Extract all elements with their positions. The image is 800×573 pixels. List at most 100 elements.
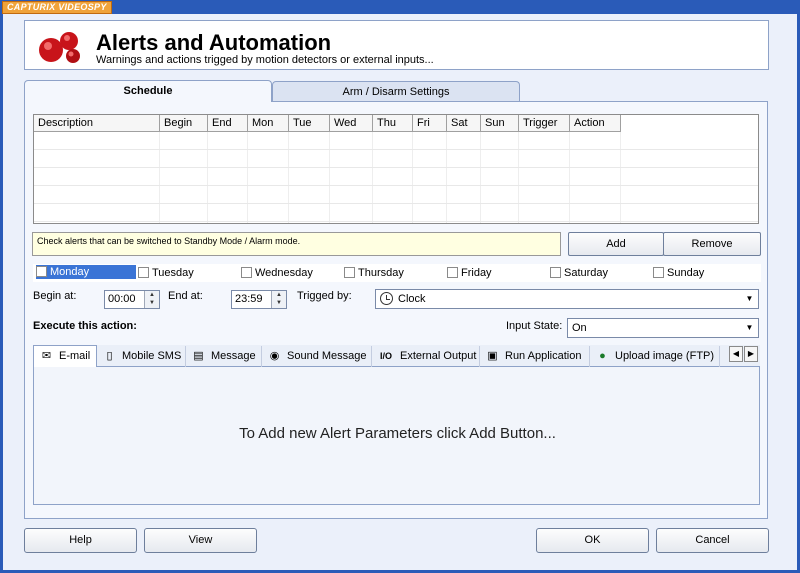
day-label: Monday (50, 266, 90, 278)
end-time-spinner[interactable]: ▲ ▼ (271, 291, 286, 308)
checkbox-box[interactable] (550, 267, 561, 278)
io-icon: I/O (379, 351, 392, 361)
checkbox-box[interactable] (138, 267, 149, 278)
tab-arm-disarm-settings[interactable]: Arm / Disarm Settings (272, 81, 520, 102)
tab-run-application[interactable]: ▣ Run Application (480, 346, 590, 367)
alarm-lights-icon (39, 32, 80, 63)
spin-down-icon[interactable]: ▼ (272, 299, 286, 307)
speaker-icon: ◉ (269, 350, 280, 362)
column-header-tue[interactable]: Tue (289, 115, 330, 132)
checkbox-box[interactable] (344, 267, 355, 278)
day-checkbox-saturday[interactable]: Saturday (550, 266, 608, 280)
action-tabs: ✉ E-mail ▯ Mobile SMS ▤ Message ◉ Sound Mess… (33, 345, 760, 368)
cancel-button[interactable]: Cancel (656, 528, 769, 553)
day-checkbox-monday[interactable]: Monday (36, 265, 136, 279)
table-row (34, 186, 758, 204)
trigger-value: Clock (398, 293, 426, 305)
day-label: Thursday (358, 267, 404, 279)
table-header: Description Begin End Mon Tue Wed Thu Fr… (34, 115, 621, 132)
column-header-end[interactable]: End (208, 115, 248, 132)
tab-label: Run Application (505, 350, 582, 362)
begin-time-input[interactable]: 00:00 ▲ ▼ (104, 290, 160, 309)
tab-label: External Output (400, 350, 477, 362)
table-row (34, 168, 758, 186)
column-header-thu[interactable]: Thu (373, 115, 413, 132)
day-label: Wednesday (255, 267, 313, 279)
info-hint: Check alerts that can be switched to Sta… (32, 232, 561, 256)
tab-message[interactable]: ▤ Message (186, 346, 262, 367)
header-banner: Alerts and Automation Warnings and actio… (24, 20, 769, 70)
alerts-table[interactable]: Description Begin End Mon Tue Wed Thu Fr… (33, 114, 759, 224)
column-header-begin[interactable]: Begin (160, 115, 208, 132)
tab-label: Message (211, 350, 256, 362)
tab-scroll-right-icon[interactable]: ▶ (744, 346, 758, 362)
column-header-fri[interactable]: Fri (413, 115, 447, 132)
begin-time-spinner[interactable]: ▲ ▼ (144, 291, 159, 308)
spin-up-icon[interactable]: ▲ (272, 291, 286, 299)
globe-icon: ● (599, 350, 606, 362)
mobile-phone-icon: ▯ (106, 350, 113, 362)
begin-time-value: 00:00 (108, 293, 136, 305)
execute-action-label: Execute this action: (33, 320, 137, 332)
tab-external-output[interactable]: I/O External Output (372, 346, 480, 367)
table-row (34, 132, 758, 150)
input-state-value: On (572, 322, 587, 334)
message-window-icon: ▤ (193, 350, 204, 362)
view-button[interactable]: View (144, 528, 257, 553)
column-header-mon[interactable]: Mon (248, 115, 289, 132)
trigged-by-label: Trigged by: (297, 290, 352, 302)
action-content-area: To Add new Alert Parameters click Add Bu… (33, 367, 760, 505)
tab-mobile-sms[interactable]: ▯ Mobile SMS (97, 346, 186, 367)
checkbox-box[interactable] (241, 267, 252, 278)
table-row (34, 204, 758, 222)
column-header-wed[interactable]: Wed (330, 115, 373, 132)
clock-icon (380, 292, 393, 305)
tab-sound-message[interactable]: ◉ Sound Message (262, 346, 372, 367)
day-checkbox-sunday[interactable]: Sunday (653, 266, 704, 280)
day-label: Friday (461, 267, 492, 279)
column-header-sat[interactable]: Sat (447, 115, 481, 132)
begin-at-label: Begin at: (33, 290, 77, 302)
column-header-action[interactable]: Action (570, 115, 621, 132)
column-header-description[interactable]: Description (34, 115, 160, 132)
trigger-select[interactable]: Clock ▼ (375, 289, 759, 309)
day-checkbox-wednesday[interactable]: Wednesday (241, 266, 313, 280)
end-time-input[interactable]: 23:59 ▲ ▼ (231, 290, 287, 309)
empty-state-message: To Add new Alert Parameters click Add Bu… (239, 425, 556, 442)
day-checkbox-tuesday[interactable]: Tuesday (138, 266, 194, 280)
page-title: Alerts and Automation (96, 30, 332, 55)
checkbox-box[interactable] (447, 267, 458, 278)
table-row (34, 150, 758, 168)
page-subtitle: Warnings and actions trigged by motion d… (96, 54, 434, 66)
add-button[interactable]: Add (568, 232, 664, 256)
end-at-label: End at: (168, 290, 203, 302)
email-icon: ✉ (41, 350, 52, 362)
input-state-select[interactable]: On ▼ (567, 318, 759, 338)
application-icon: ▣ (487, 350, 498, 362)
remove-button[interactable]: Remove (663, 232, 761, 256)
day-label: Sunday (667, 267, 705, 279)
help-button[interactable]: Help (24, 528, 137, 553)
tab-label: Mobile SMS (122, 350, 182, 362)
app-brand-label: CAPTURIX VIDEOSPY (2, 1, 112, 14)
tab-email[interactable]: ✉ E-mail (33, 345, 97, 368)
tab-scroll-left-icon[interactable]: ◀ (729, 346, 743, 362)
tab-label: Sound Message (287, 350, 367, 362)
tab-schedule[interactable]: Schedule (24, 80, 272, 102)
tab-upload-image-ftp[interactable]: ● Upload image (FTP) (590, 346, 720, 367)
column-header-trigger[interactable]: Trigger (519, 115, 570, 132)
tab-label: Upload image (FTP) (615, 350, 715, 362)
spin-down-icon[interactable]: ▼ (145, 299, 159, 307)
input-state-label: Input State: (506, 320, 563, 332)
checkbox-box[interactable] (653, 267, 664, 278)
spin-up-icon[interactable]: ▲ (145, 291, 159, 299)
day-checkbox-friday[interactable]: Friday (447, 266, 492, 280)
chevron-down-icon[interactable]: ▼ (742, 291, 757, 307)
day-label: Saturday (564, 267, 609, 279)
ok-button[interactable]: OK (536, 528, 649, 553)
checkbox-box[interactable] (36, 266, 47, 277)
day-checkbox-thursday[interactable]: Thursday (344, 266, 404, 280)
chevron-down-icon[interactable]: ▼ (742, 320, 757, 336)
column-header-sun[interactable]: Sun (481, 115, 519, 132)
day-label: Tuesday (152, 267, 194, 279)
